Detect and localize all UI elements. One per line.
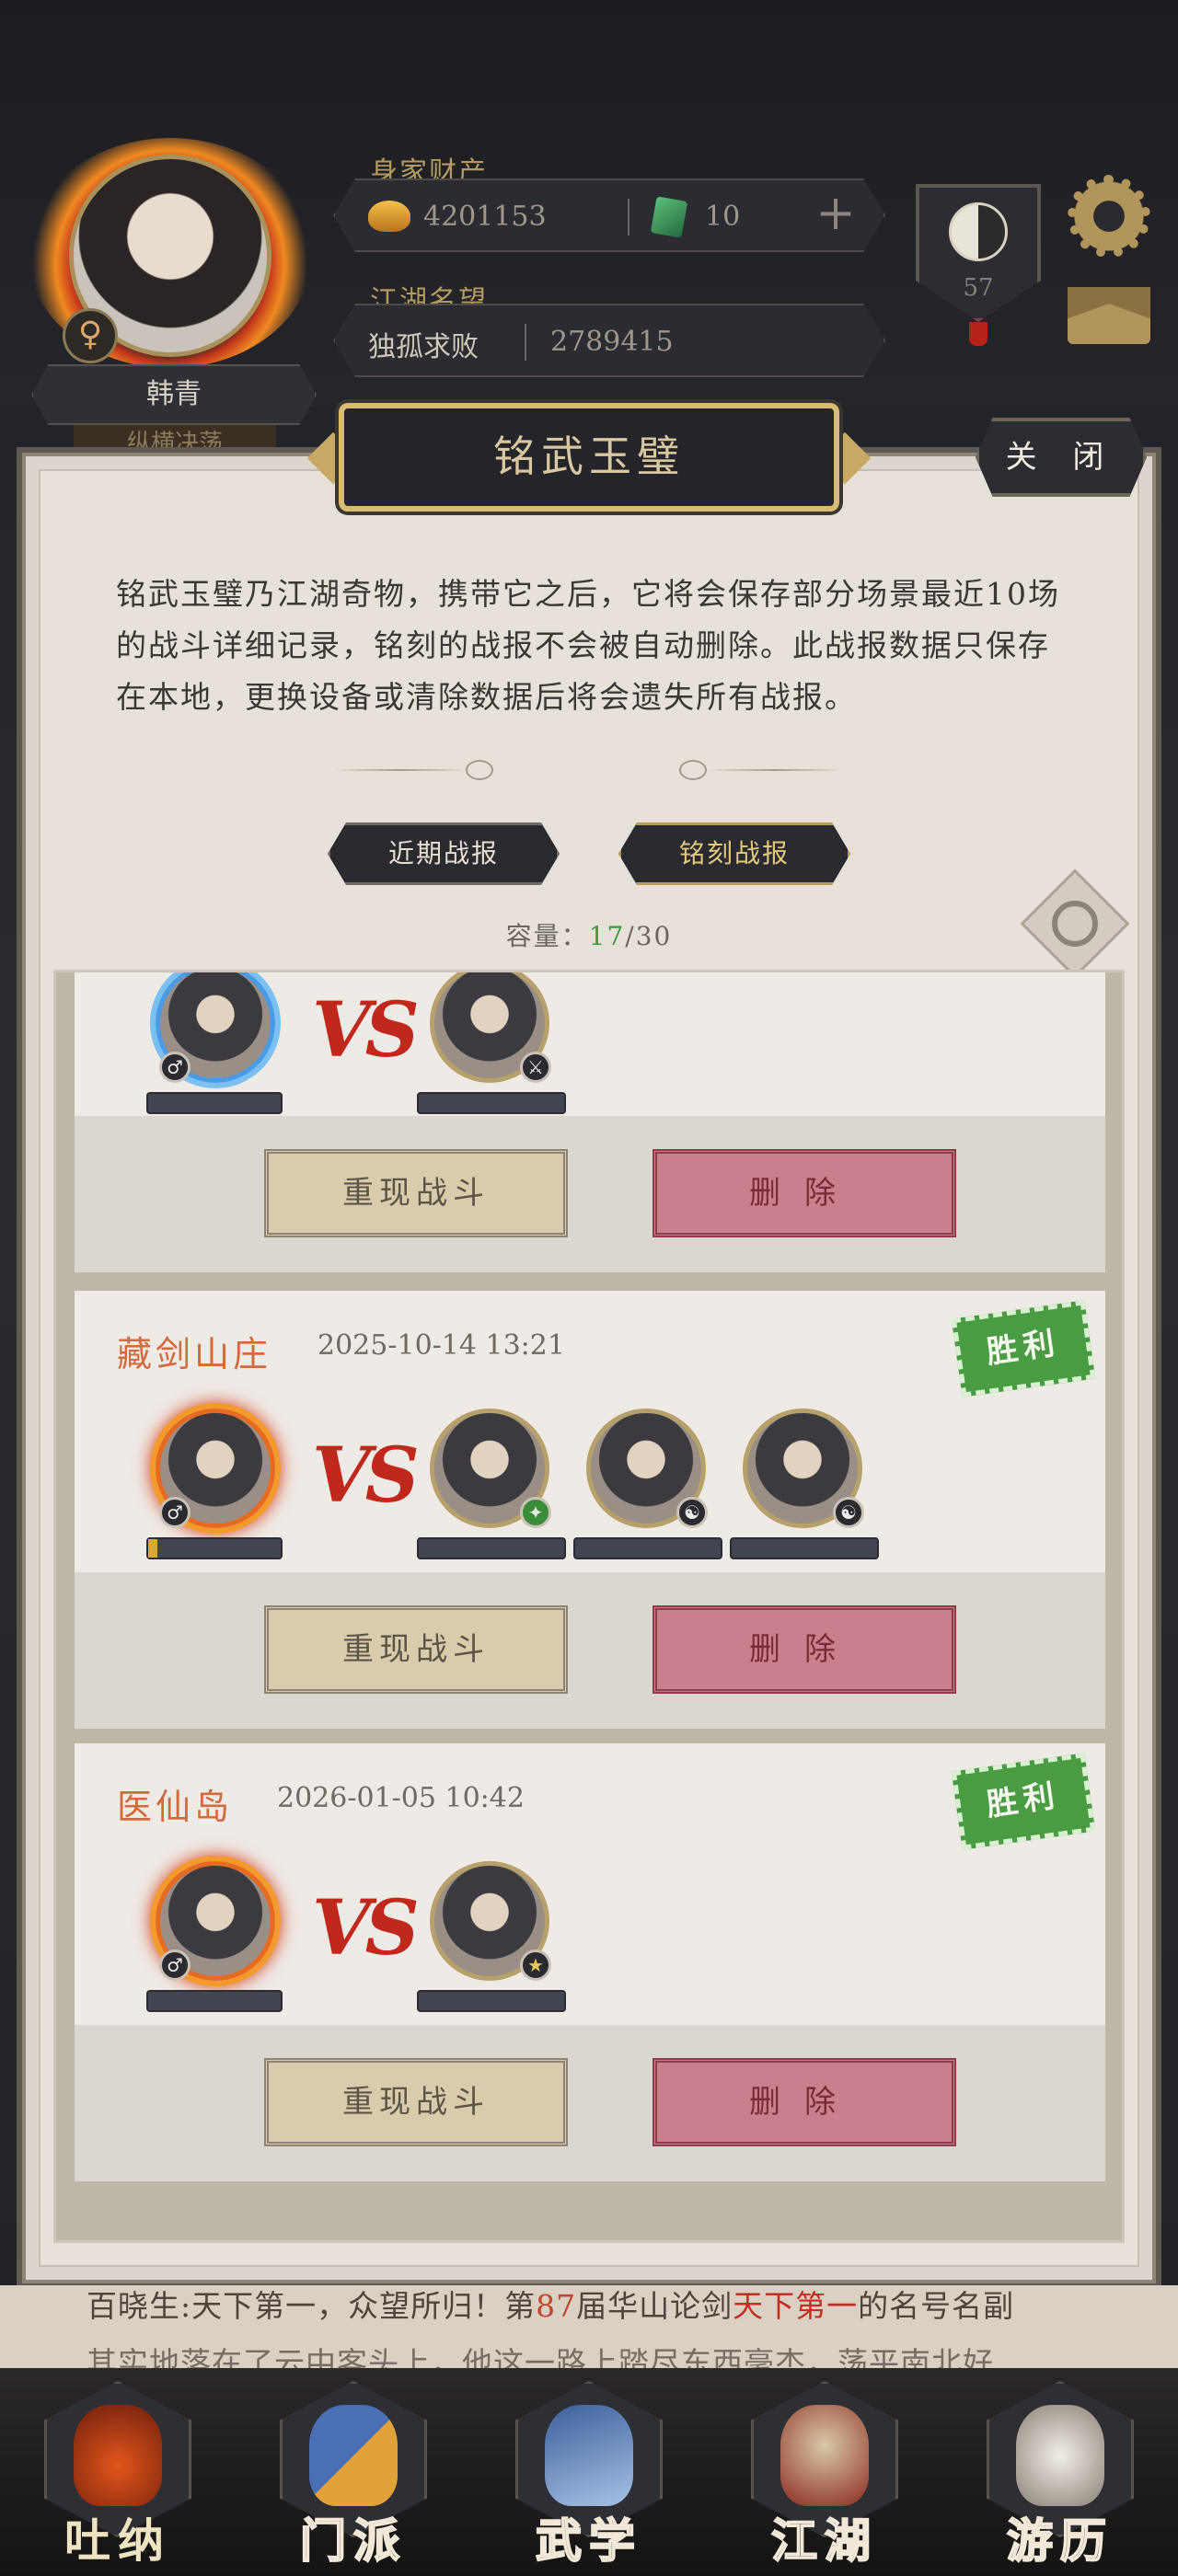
nav-travel[interactable]: 游历 [942,2368,1178,2576]
book-icon [545,2405,633,2506]
player-name: 韩青 [31,364,317,425]
nav-label: 门派 [299,2513,407,2569]
battle-record-card: 藏剑山庄 2025-10-14 13:21 胜利 ♂ VS ✦ ☯ ☯ 重现战斗… [75,1291,1105,1729]
nav-label: 游历 [1006,2513,1114,2569]
capacity-indicator: 容量：17/30 [0,916,1178,953]
card-actions: 重现战斗 删除 [75,1572,1105,1729]
gourd-icon [74,2405,162,2506]
ticker-line-1: 百晓生:天下第一，众望所归！第87届华山论剑天下第一的名号名副 [87,2278,1117,2335]
gold-amount: 4201153 [423,201,547,233]
ticker-prefix: 百晓生:天下第一，众望所归！第 [87,2288,537,2324]
star-icon: ★ [520,1949,551,1981]
enemy-hp-bar [417,1537,566,1559]
nav-martial-arts[interactable]: 武学 [471,2368,707,2576]
player-hp-bar [146,1990,283,2012]
yinyang-icon: ☯ [676,1497,708,1528]
gold-coin-icon [368,201,410,232]
fame-title: 独孤求败 [368,331,479,363]
replay-battle-button[interactable]: 重现战斗 [264,1149,568,1237]
bottom-nav: 吐纳 门派 武学 江湖 游历 [0,2368,1178,2576]
wealth-bar [333,178,885,252]
nav-label: 江湖 [770,2513,878,2569]
enemy-hp-bar [573,1537,722,1559]
ticker-number: 87 [536,2288,577,2324]
ornament-line-right [705,769,843,771]
battle-location: 医仙岛 [117,1787,234,1827]
capacity-used: 17 [588,921,626,951]
sect-rank-badge[interactable]: 57 [916,166,1041,346]
yinyang-icon: ☯ [833,1497,864,1528]
capacity-label: 容量： [505,921,589,951]
nav-sect[interactable]: 门派 [236,2368,471,2576]
delete-record-button[interactable]: 删除 [653,1149,956,1237]
victory-stamp: 胜利 [951,1753,1096,1850]
ticker-highlight: 天下第一 [733,2288,859,2324]
tab-engraved-reports[interactable]: 铭刻战报 [618,822,850,885]
mail-icon[interactable] [1068,287,1150,344]
enemy-hp-bar [417,1092,566,1114]
rank-tassel [969,322,987,346]
player-hp-bar [146,1092,283,1114]
battle-record-card: ♂ VS ⚔ 重现战斗 删除 [75,972,1105,1272]
gear-icon[interactable] [1068,175,1150,258]
victory-stamp: 胜利 [951,1300,1096,1397]
nav-breathing[interactable]: 吐纳 [0,2368,236,2576]
modal-title: 铭武玉璧 [493,431,685,481]
male-icon: ♂ [159,1052,191,1083]
hat-icon [780,2405,869,2506]
replay-battle-button[interactable]: 重现战斗 [264,1605,568,1694]
vs-label: VS [312,1432,420,1520]
jade-icon [650,196,688,238]
vs-label: VS [312,1884,420,1972]
battle-time: 2026-01-05 10:42 [277,1782,525,1814]
male-icon: ♂ [159,1497,191,1528]
delete-record-button[interactable]: 删除 [653,2058,956,2146]
gender-icon: ♀ [63,308,118,363]
battle-record-list[interactable]: ♂ VS ⚔ 重现战斗 删除 藏剑山庄 2025-10-14 13:21 胜利 … [53,970,1125,2243]
card-actions: 重现战斗 删除 [75,1116,1105,1272]
nav-label: 吐纳 [64,2513,171,2568]
tab-recent-reports[interactable]: 近期战报 [328,822,560,885]
modal-title-plate: 铭武玉璧 [339,403,839,512]
capacity-total: /30 [625,921,673,951]
fame-divider [525,324,526,361]
ornament-knot-right [679,760,707,780]
modal-description: 铭武玉璧乃江湖奇物，携带它之后，它将会保存部分场景最近10场的战斗详细记录，铭刻… [116,576,1060,715]
battle-record-card: 医仙岛 2026-01-05 10:42 胜利 ♂ VS ★ 重现战斗 删除 [75,1743,1105,2181]
enemy-hp-bar [730,1537,879,1559]
banner-icon [309,2405,398,2506]
ornament-knot-left [466,760,493,780]
jade-amount: 10 [705,201,741,233]
delete-record-button[interactable]: 删除 [653,1605,956,1694]
enemy-hp-bar [417,1990,566,2012]
ticker-middle: 届华山论剑 [576,2288,733,2324]
card-actions: 重现战斗 删除 [75,2025,1105,2181]
nav-jianghu[interactable]: 江湖 [707,2368,942,2576]
fame-value: 2789415 [550,326,674,358]
wealth-divider [628,199,629,236]
battle-time: 2025-10-14 13:21 [318,1329,565,1362]
yinyang-icon [949,202,1008,261]
vs-label: VS [312,986,420,1075]
battle-location: 藏剑山庄 [117,1334,272,1374]
sword-icon: ⚔ [520,1052,551,1083]
nav-label: 武学 [535,2513,642,2569]
ornament-line-left [331,769,469,771]
horse-icon [1016,2405,1104,2506]
leaf-icon: ✦ [520,1497,551,1528]
player-hp-bar [146,1537,283,1559]
add-currency-button[interactable]: + [808,188,863,243]
rank-level: 57 [963,274,994,302]
ticker-suffix: 的名号名副 [858,2288,1015,2324]
close-button[interactable]: 关 闭 [976,418,1147,497]
replay-battle-button[interactable]: 重现战斗 [264,2058,568,2146]
male-icon: ♂ [159,1949,191,1981]
